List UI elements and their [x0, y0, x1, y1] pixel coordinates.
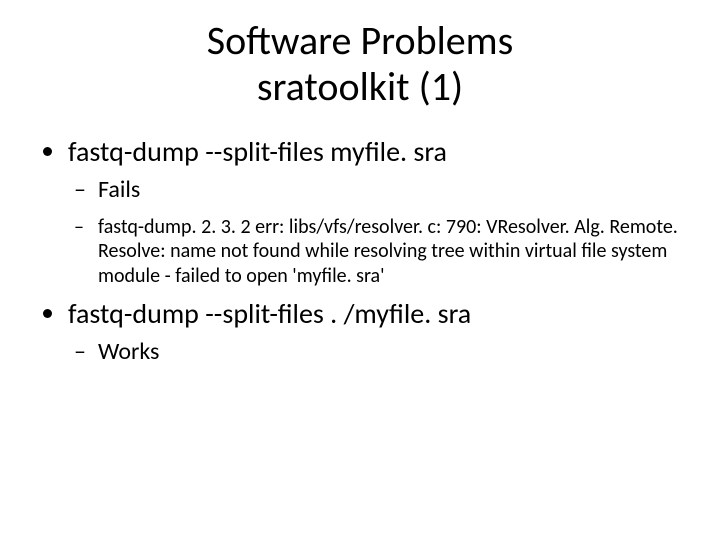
bullet-text: fastq-dump --split-files . /myfile. sra: [68, 296, 471, 331]
title-line-2: sratoolkit (1): [257, 62, 463, 111]
sub-text: Fails: [98, 175, 140, 204]
slide-title: Software Problems sratoolkit (1): [40, 18, 680, 110]
bullet-list: fastq-dump --split-files myfile. sra Fai…: [40, 134, 680, 367]
sub-text: Works: [98, 337, 159, 366]
sub-sub-item: fastq-dump. 2. 3. 2 err: libs/vfs/resolv…: [98, 215, 680, 288]
sub-sub-text: fastq-dump. 2. 3. 2 err: libs/vfs/resolv…: [98, 215, 678, 288]
sub-item: Works: [98, 337, 680, 367]
bullet-item: fastq-dump --split-files myfile. sra Fai…: [68, 134, 680, 288]
sub-item: Fails: [98, 175, 680, 205]
sub-list: Works: [68, 337, 680, 367]
sub-list: Fails: [68, 175, 680, 205]
title-line-1: Software Problems: [207, 16, 514, 65]
sub-sub-list: fastq-dump. 2. 3. 2 err: libs/vfs/resolv…: [68, 215, 680, 288]
bullet-text: fastq-dump --split-files myfile. sra: [68, 134, 447, 169]
bullet-item: fastq-dump --split-files . /myfile. sra …: [68, 296, 680, 367]
slide: Software Problems sratoolkit (1) fastq-d…: [0, 0, 720, 540]
